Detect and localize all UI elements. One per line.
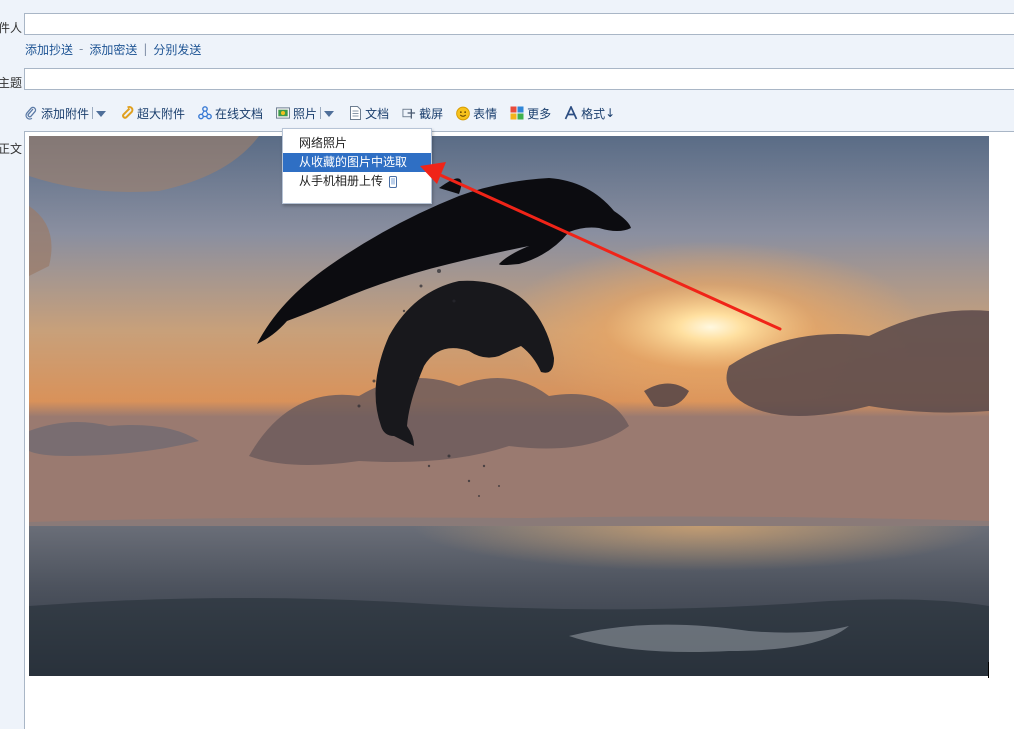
compose-toolbar: 添加附件 超大附件 在线文档 照片 文档 截屏 表情 更多 格式 ↓ <box>24 102 615 124</box>
separate-send-link[interactable]: 分别发送 <box>153 41 201 58</box>
menu-item-from-favorites[interactable]: 从收藏的图片中选取 <box>283 153 431 172</box>
dolphin-sunset-image <box>29 136 989 676</box>
bcc-separator: | <box>143 42 148 56</box>
cc-separator: - <box>79 42 84 56</box>
emoji-button[interactable]: 表情 <box>456 105 497 122</box>
font-a-icon <box>564 106 578 120</box>
recipient-input[interactable] <box>24 13 1014 35</box>
toolbar-split <box>320 107 322 119</box>
subject-label: 主题 <box>0 76 22 90</box>
recipient-label: 收件人 <box>0 21 22 35</box>
picture-icon <box>276 106 291 120</box>
format-label: 格式 <box>581 106 606 121</box>
subject-input[interactable] <box>24 68 1014 90</box>
add-bcc-link[interactable]: 添加密送 <box>89 41 137 58</box>
format-suffix: ↓ <box>605 106 616 120</box>
photo-button[interactable]: 照片 <box>276 105 317 122</box>
share-nodes-icon <box>198 106 212 120</box>
menu-item-web-photo[interactable]: 网络照片 <box>283 134 431 153</box>
add-cc-link[interactable]: 添加抄送 <box>25 41 73 58</box>
big-paperclip-icon <box>120 106 134 120</box>
toolbar-split <box>92 107 94 119</box>
chevron-down-icon <box>324 106 335 120</box>
photo-dropdown-menu: 网络照片 从收藏的图片中选取 从手机相册上传 <box>282 128 432 204</box>
document-button[interactable]: 文档 <box>348 105 389 122</box>
chevron-down-icon <box>96 106 107 120</box>
big-attachment-label: 超大附件 <box>137 106 186 121</box>
grid-icon <box>510 106 524 120</box>
menu-item-label: 网络照片 <box>299 136 348 150</box>
screenshot-button[interactable]: 截屏 <box>402 105 443 122</box>
photo-label: 照片 <box>293 106 318 121</box>
body-label: 正文 <box>0 142 22 156</box>
photo-dropdown-arrow[interactable] <box>323 106 335 120</box>
phone-icon <box>389 175 398 188</box>
screenshot-label: 截屏 <box>419 106 444 121</box>
cc-links: 添加抄送 - 添加密送 | 分别发送 <box>25 40 201 58</box>
menu-item-label: 从手机相册上传 <box>299 174 384 188</box>
more-button[interactable]: 更多 <box>510 105 551 122</box>
format-button[interactable]: 格式 ↓ <box>564 105 615 122</box>
scissors-icon <box>402 106 416 120</box>
paperclip-icon <box>24 106 38 120</box>
online-doc-label: 在线文档 <box>215 106 264 121</box>
attachment-dropdown-arrow[interactable] <box>95 106 107 120</box>
online-doc-button[interactable]: 在线文档 <box>198 105 263 122</box>
document-icon <box>348 106 362 120</box>
document-label: 文档 <box>365 106 390 121</box>
add-attachment-button[interactable]: 添加附件 <box>24 105 89 122</box>
menu-item-label: 从收藏的图片中选取 <box>299 155 408 169</box>
text-caret <box>988 662 989 678</box>
smiley-icon <box>456 106 470 120</box>
menu-item-upload-from-phone[interactable]: 从手机相册上传 <box>283 172 431 191</box>
emoji-label: 表情 <box>473 106 498 121</box>
inserted-photo[interactable] <box>29 136 989 676</box>
add-attachment-label: 添加附件 <box>41 106 90 121</box>
more-label: 更多 <box>527 106 552 121</box>
big-attachment-button[interactable]: 超大附件 <box>120 105 185 122</box>
